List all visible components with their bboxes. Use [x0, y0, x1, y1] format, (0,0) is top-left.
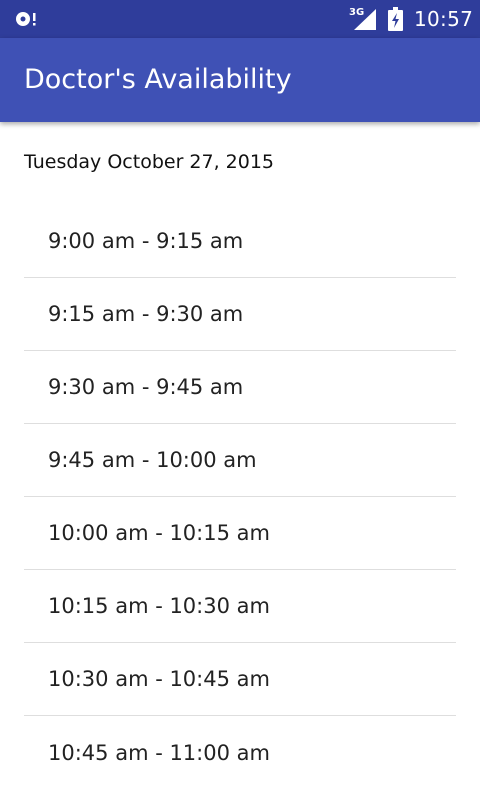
time-slot-item[interactable]: 10:15 am - 10:30 am: [24, 570, 456, 643]
time-slot-item[interactable]: 10:00 am - 10:15 am: [24, 497, 456, 570]
battery-charging-icon: [388, 7, 403, 31]
time-slot-item[interactable]: 10:30 am - 10:45 am: [24, 643, 456, 716]
app-bar: Doctor's Availability: [0, 38, 480, 122]
selected-date: Tuesday October 27, 2015: [24, 151, 275, 173]
status-bar: 3G 10:57: [0, 0, 480, 38]
time-slot-item[interactable]: 10:45 am - 11:00 am: [24, 716, 456, 789]
time-slot-item[interactable]: 9:15 am - 9:30 am: [24, 278, 456, 351]
notification-icon: [16, 12, 36, 26]
status-clock: 10:57: [414, 7, 474, 31]
time-slot-item[interactable]: 9:30 am - 9:45 am: [24, 351, 456, 424]
page-title: Doctor's Availability: [24, 64, 292, 95]
time-slot-item[interactable]: 9:00 am - 9:15 am: [24, 205, 456, 278]
signal-icon: [354, 9, 376, 30]
time-slot-list: 9:00 am - 9:15 am 9:15 am - 9:30 am 9:30 a…: [24, 205, 456, 789]
time-slot-item[interactable]: 9:45 am - 10:00 am: [24, 424, 456, 497]
availability-content: Tuesday October 27, 2015 9:00 am - 9:15 …: [0, 122, 480, 800]
